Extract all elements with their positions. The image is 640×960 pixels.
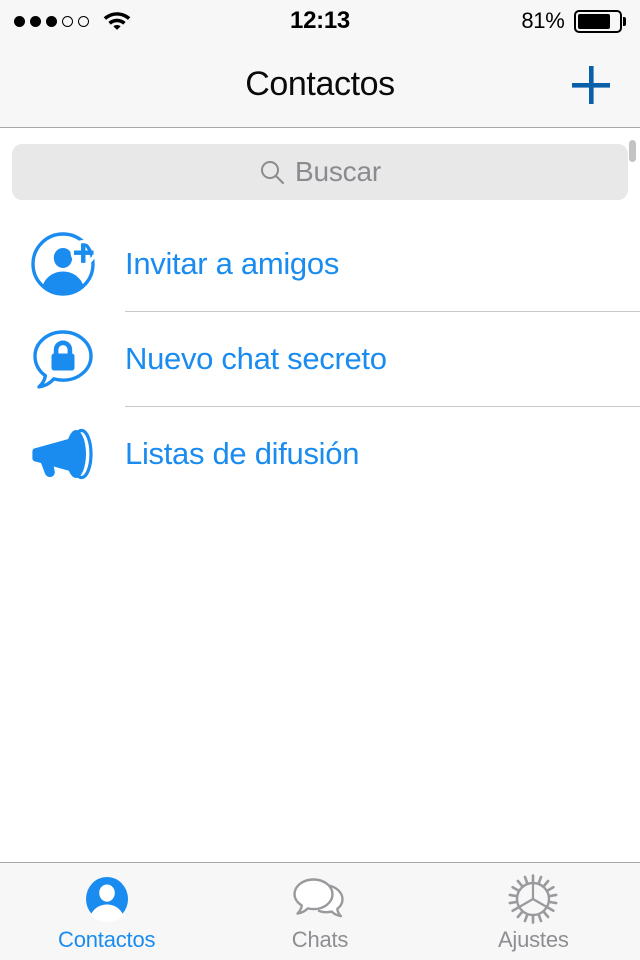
signal-dot-1 — [14, 15, 25, 27]
page-title: Contactos — [245, 65, 395, 103]
gear-icon — [508, 874, 558, 924]
signal-strength-indicator — [14, 15, 89, 27]
tab-label: Ajustes — [497, 927, 569, 952]
tab-chats[interactable]: Chats — [213, 863, 426, 960]
list-item-listas-difusion[interactable]: Listas de difusión — [0, 406, 640, 501]
search-input[interactable]: Buscar — [12, 144, 628, 200]
list-item-nuevo-chat-secreto[interactable]: Nuevo chat secreto — [0, 311, 640, 406]
chat-bubbles-icon — [292, 874, 348, 924]
status-bar-right: 81% — [521, 8, 626, 34]
navigation-bar: Contactos — [0, 42, 640, 128]
list-item-invitar-amigos[interactable]: Invitar a amigos — [0, 216, 640, 311]
search-placeholder-text: Buscar — [295, 156, 381, 187]
signal-dot-4 — [62, 15, 73, 27]
wifi-icon — [102, 8, 132, 35]
tab-ajustes[interactable]: Ajustes — [427, 863, 640, 960]
list-item-label: Listas de difusión — [125, 435, 360, 471]
battery-percentage-label: 81% — [521, 8, 565, 33]
search-bar-container: Buscar — [0, 128, 640, 216]
megaphone-icon — [0, 419, 125, 489]
signal-dot-5 — [78, 15, 89, 27]
app-screen: 12:13 81% Contactos Buscar Invitar a ami… — [0, 0, 640, 960]
tab-label: Contactos — [58, 927, 156, 952]
status-bar-left — [14, 8, 132, 35]
person-filled-icon — [83, 874, 131, 924]
list-item-label: Invitar a amigos — [125, 245, 340, 281]
content-area: Buscar Invitar a amigos Nuevo chat secre… — [0, 128, 640, 862]
signal-dot-3 — [46, 15, 57, 27]
battery-icon — [573, 9, 626, 33]
status-bar: 12:13 81% — [0, 0, 640, 42]
action-list: Invitar a amigos Nuevo chat secreto List… — [0, 216, 640, 501]
search-icon — [261, 161, 285, 184]
plus-icon — [572, 65, 610, 104]
add-person-icon — [0, 227, 125, 301]
tab-bar: Contactos Chats Ajustes — [0, 862, 640, 960]
list-item-label: Nuevo chat secreto — [125, 340, 387, 376]
lock-bubble-icon — [0, 322, 125, 396]
tab-label: Chats — [291, 927, 349, 952]
signal-dot-2 — [30, 15, 41, 27]
scroll-indicator[interactable] — [629, 140, 636, 162]
add-contact-button[interactable] — [564, 58, 618, 112]
tab-contactos[interactable]: Contactos — [0, 863, 213, 960]
